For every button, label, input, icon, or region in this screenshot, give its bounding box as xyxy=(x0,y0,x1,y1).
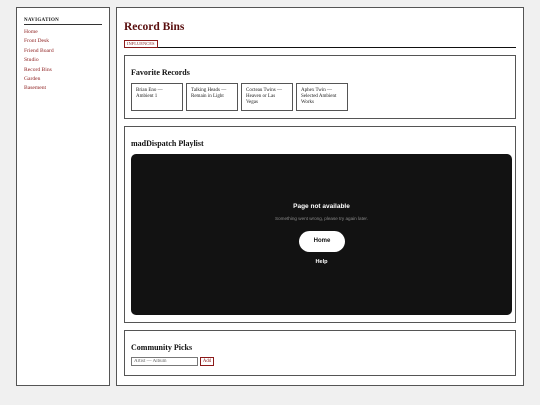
nav-title: NAVIGATION xyxy=(24,18,102,25)
nav-item-home[interactable]: Home xyxy=(24,28,102,37)
player-help-link[interactable]: Help xyxy=(131,259,512,265)
community-picks-panel: Community Picks Add xyxy=(124,330,516,376)
embedded-player: Page not available Something went wrong,… xyxy=(131,154,512,315)
community-input-row: Add xyxy=(131,357,509,366)
nav-item-front-desk[interactable]: Front Desk xyxy=(24,37,102,46)
playlist-panel: madDispatch Playlist Page not available … xyxy=(124,126,516,323)
favorite-records-panel: Favorite Records Brian Eno — Ambient 1 T… xyxy=(124,55,516,119)
record-cards: Brian Eno — Ambient 1 Talking Heads — Re… xyxy=(131,83,509,111)
nav-item-studio[interactable]: Studio xyxy=(24,56,102,65)
record-card: Talking Heads — Remain in Light xyxy=(186,83,238,111)
player-error-heading: Page not available xyxy=(293,203,350,210)
nav-item-record-bins[interactable]: Record Bins xyxy=(24,66,102,75)
nav-item-basement[interactable]: Basement xyxy=(24,84,102,93)
add-button[interactable]: Add xyxy=(200,357,214,366)
influences-tag[interactable]: INFLUENCES xyxy=(124,40,158,48)
record-card: Cocteau Twins — Heaven or Las Vegas xyxy=(241,83,293,111)
playlist-title: madDispatch Playlist xyxy=(131,139,204,148)
main-content: Record Bins INFLUENCES Favorite Records … xyxy=(116,7,524,386)
tag-row: INFLUENCES xyxy=(124,40,516,48)
player-error-message: Something went wrong, please try again l… xyxy=(275,216,368,221)
record-card: Brian Eno — Ambient 1 xyxy=(131,83,183,111)
nav-item-friend-board[interactable]: Friend Board xyxy=(24,47,102,56)
sidebar: NAVIGATION Home Front Desk Friend Board … xyxy=(16,7,110,386)
community-picks-title: Community Picks xyxy=(131,343,193,352)
page-title: Record Bins xyxy=(124,21,185,33)
favorite-records-title: Favorite Records xyxy=(131,68,190,77)
record-card: Aphex Twin — Selected Ambient Works xyxy=(296,83,348,111)
player-home-button[interactable]: Home xyxy=(299,231,345,252)
artist-album-input[interactable] xyxy=(131,357,198,366)
nav-item-garden[interactable]: Garden xyxy=(24,75,102,84)
